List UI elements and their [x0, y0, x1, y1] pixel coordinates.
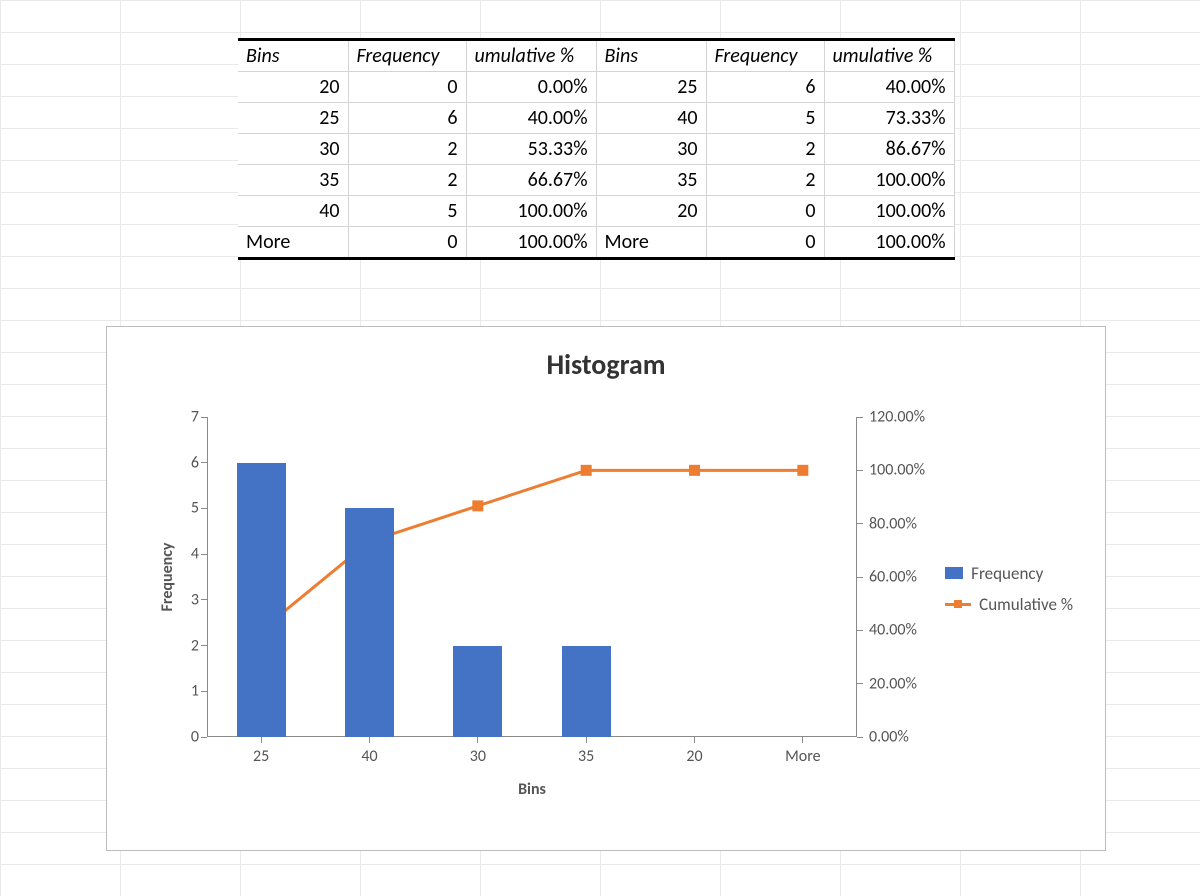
cell[interactable]: 2 — [348, 134, 466, 165]
cell[interactable]: 100.00% — [466, 227, 596, 259]
cell[interactable]: 25 — [596, 72, 706, 103]
legend-frequency: Frequency — [945, 563, 1073, 584]
cumulative-line-path — [261, 470, 803, 630]
legend-cumulative: Cumulative % — [945, 594, 1073, 615]
y-right-tick: 80.00% — [857, 514, 917, 533]
cell[interactable]: 25 — [238, 103, 348, 134]
cell[interactable]: 2 — [706, 134, 824, 165]
y-right-tick: 60.00% — [857, 568, 917, 587]
y-right-tick: 100.00% — [857, 461, 925, 480]
cell[interactable]: 20 — [238, 72, 348, 103]
y-left-tick: 1 — [191, 682, 207, 701]
y-right-tick: 120.00% — [857, 408, 925, 427]
cell[interactable]: 0 — [348, 72, 466, 103]
cell[interactable]: 0 — [706, 227, 824, 259]
legend-bar-label: Frequency — [971, 563, 1043, 584]
histogram-chart[interactable]: Histogram Frequency Bins 012345670.00%20… — [106, 326, 1106, 851]
cell[interactable]: 40.00% — [824, 72, 954, 103]
cell[interactable]: 66.67% — [466, 165, 596, 196]
x-axis-title: Bins — [207, 780, 857, 799]
y-left-tick: 7 — [191, 408, 207, 427]
col-bins-2: Bins — [596, 40, 706, 72]
x-tick: 20 — [686, 737, 702, 766]
line-marker — [581, 465, 591, 475]
cell[interactable]: 86.67% — [824, 134, 954, 165]
cell[interactable]: 6 — [706, 72, 824, 103]
table-header-row: Bins Frequency umulative % Bins Frequenc… — [238, 40, 954, 72]
x-tick: 30 — [470, 737, 486, 766]
line-marker — [473, 501, 483, 511]
x-tick: 40 — [361, 737, 377, 766]
cell[interactable]: 100.00% — [824, 227, 954, 259]
cell[interactable]: 0 — [348, 227, 466, 259]
col-bins-1: Bins — [238, 40, 348, 72]
table-row: 405100.00%200100.00% — [238, 196, 954, 227]
y-left-tick: 0 — [191, 728, 207, 747]
bar-swatch-icon — [945, 567, 963, 579]
y-right-tick: 20.00% — [857, 674, 917, 693]
cell[interactable]: 0.00% — [466, 72, 596, 103]
cell[interactable]: 35 — [238, 165, 348, 196]
bar — [345, 508, 394, 737]
col-freq-2: Frequency — [706, 40, 824, 72]
cell[interactable]: 2 — [348, 165, 466, 196]
cell[interactable]: 30 — [596, 134, 706, 165]
table-row: More0100.00%More0100.00% — [238, 227, 954, 259]
bar — [453, 646, 502, 737]
cell[interactable]: 2 — [706, 165, 824, 196]
y-left-tick: 6 — [191, 453, 207, 472]
cell[interactable]: 40 — [238, 196, 348, 227]
cumulative-line — [207, 417, 857, 737]
line-swatch-icon — [945, 598, 971, 610]
y-left-tick: 3 — [191, 590, 207, 609]
cell[interactable]: 100.00% — [824, 196, 954, 227]
cell[interactable]: 30 — [238, 134, 348, 165]
col-cum-1: umulative % — [466, 40, 596, 72]
cell[interactable]: 100.00% — [466, 196, 596, 227]
y-right-tick: 40.00% — [857, 621, 917, 640]
cell[interactable]: 35 — [596, 165, 706, 196]
cell[interactable]: 0 — [706, 196, 824, 227]
x-tick: More — [785, 737, 820, 766]
cell[interactable]: More — [596, 227, 706, 259]
cell[interactable]: 20 — [596, 196, 706, 227]
cell[interactable]: 5 — [348, 196, 466, 227]
cell[interactable]: More — [238, 227, 348, 259]
cell[interactable]: 100.00% — [824, 165, 954, 196]
frequency-table: Bins Frequency umulative % Bins Frequenc… — [238, 38, 955, 260]
cell[interactable]: 53.33% — [466, 134, 596, 165]
chart-legend: Frequency Cumulative % — [945, 553, 1073, 625]
table-row: 2000.00%25640.00% — [238, 72, 954, 103]
line-marker — [690, 465, 700, 475]
cell[interactable]: 6 — [348, 103, 466, 134]
y-axis-title: Frequency — [158, 543, 177, 612]
y-left-tick: 2 — [191, 636, 207, 655]
col-cum-2: umulative % — [824, 40, 954, 72]
col-freq-1: Frequency — [348, 40, 466, 72]
chart-title: Histogram — [107, 347, 1105, 382]
table-row: 35266.67%352100.00% — [238, 165, 954, 196]
legend-line-label: Cumulative % — [979, 594, 1073, 615]
cell[interactable]: 5 — [706, 103, 824, 134]
cell[interactable]: 40 — [596, 103, 706, 134]
y-left-tick: 5 — [191, 499, 207, 518]
cell[interactable]: 73.33% — [824, 103, 954, 134]
cell[interactable]: 40.00% — [466, 103, 596, 134]
table-row: 30253.33%30286.67% — [238, 134, 954, 165]
bar — [562, 646, 611, 737]
x-tick: 25 — [253, 737, 269, 766]
table-row: 25640.00%40573.33% — [238, 103, 954, 134]
y-right-tick: 0.00% — [857, 728, 909, 747]
x-tick: 35 — [578, 737, 594, 766]
line-marker — [798, 465, 808, 475]
y-left-tick: 4 — [191, 545, 207, 564]
bar — [237, 463, 286, 737]
plot-area: Frequency Bins 012345670.00%20.00%40.00%… — [207, 417, 857, 737]
